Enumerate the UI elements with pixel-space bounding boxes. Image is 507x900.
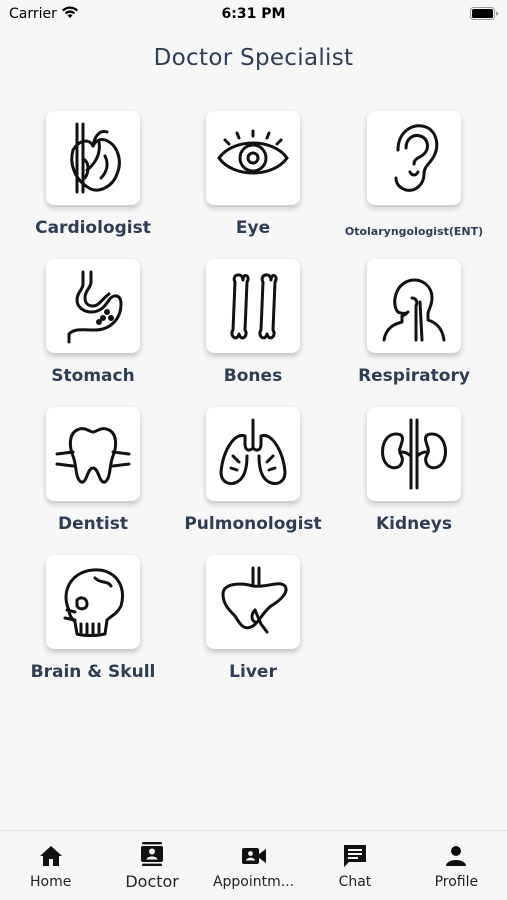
specialist-label: Kidneys: [375, 514, 452, 534]
tab-label: Appointm...: [212, 874, 295, 890]
specialist-label: Eye: [235, 218, 271, 238]
specialist-label: Otolaryngologist(ENT): [344, 225, 484, 238]
specialist-label: Respiratory: [358, 366, 470, 386]
status-time: 6:31 PM: [221, 6, 286, 22]
card-icon-box: [206, 259, 300, 353]
tab-appointments[interactable]: Appointm...: [203, 831, 304, 900]
tab-chat[interactable]: Chat: [304, 831, 405, 900]
skull-icon: [63, 568, 124, 637]
specialist-card-pulmonologist[interactable]: Pulmonologist: [173, 407, 333, 547]
eye-icon: [217, 129, 289, 175]
specialist-card-respiratory[interactable]: Respiratory: [334, 259, 494, 399]
specialist-label: Brain & Skull: [30, 662, 156, 682]
liver-icon: [221, 566, 288, 634]
specialist-card-ent[interactable]: Otolaryngologist(ENT): [334, 111, 494, 251]
tooth-icon: [55, 427, 131, 484]
chat-icon: [343, 845, 366, 867]
card-icon-box: [367, 111, 461, 205]
card-icon-box: [367, 407, 461, 501]
specialist-label: Bones: [223, 366, 283, 386]
tab-profile[interactable]: Profile: [406, 831, 507, 900]
specialist-card-stomach[interactable]: Stomach: [13, 259, 173, 399]
tab-label: Doctor: [125, 872, 179, 891]
ear-icon: [394, 124, 439, 192]
lungs-icon: [219, 418, 287, 486]
profile-icon: [446, 846, 467, 866]
card-icon-box: [206, 111, 300, 205]
specialist-card-cardiologist[interactable]: Cardiologist: [13, 111, 173, 251]
tab-home[interactable]: Home: [0, 831, 101, 900]
stomach-icon: [67, 270, 123, 344]
respiratory-icon: [382, 278, 446, 342]
video-icon: [241, 848, 266, 864]
specialist-label: Dentist: [58, 514, 128, 534]
tab-label: Chat: [338, 874, 372, 890]
specialist-card-bones[interactable]: Bones: [173, 259, 333, 399]
battery-icon: [470, 7, 498, 20]
doctor-icon: [141, 842, 164, 866]
card-icon-box: [206, 555, 300, 649]
specialist-card-liver[interactable]: Liver: [173, 555, 333, 695]
tab-doctor[interactable]: Doctor: [101, 831, 202, 900]
bones-icon: [230, 273, 278, 340]
card-icon-box: [46, 111, 140, 205]
specialist-label: Stomach: [51, 366, 135, 386]
home-icon: [39, 846, 62, 866]
specialist-label: Pulmonologist: [184, 514, 322, 534]
specialist-label: Liver: [229, 662, 277, 682]
card-icon-box: [46, 555, 140, 649]
heart-icon: [70, 122, 121, 194]
tab-label: Profile: [434, 874, 479, 890]
tab-label: Home: [30, 874, 72, 890]
card-icon-box: [206, 407, 300, 501]
card-icon-box: [46, 259, 140, 353]
kidneys-icon: [381, 418, 447, 490]
card-icon-box: [367, 259, 461, 353]
card-icon-box: [46, 407, 140, 501]
status-bar: Carrier 6:31 PM: [0, 0, 507, 28]
specialist-label: Cardiologist: [35, 218, 151, 238]
bottom-tab-bar: Home Doctor Appointm... Chat Profile: [0, 830, 507, 900]
specialist-card-eye[interactable]: Eye: [173, 111, 333, 251]
specialist-card-brain-skull[interactable]: Brain & Skull: [13, 555, 173, 695]
specialist-card-kidneys[interactable]: Kidneys: [334, 407, 494, 547]
page-title: Doctor Specialist: [153, 45, 354, 71]
specialist-card-dentist[interactable]: Dentist: [13, 407, 173, 547]
